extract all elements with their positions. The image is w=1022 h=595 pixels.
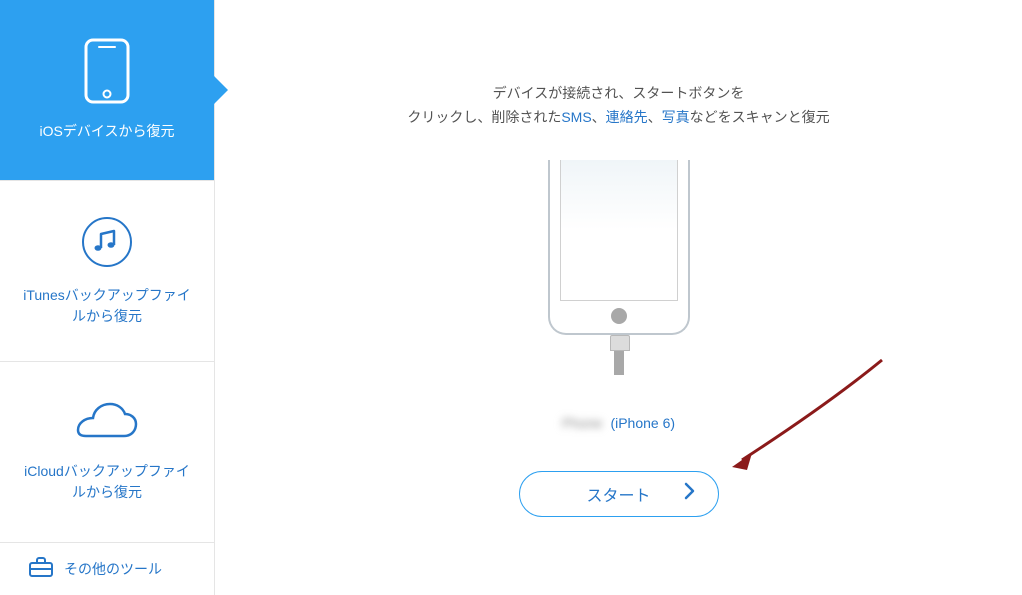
device-home-button-icon: [611, 308, 627, 324]
sidebar-item-label: iTunesバックアップファイルから復元: [20, 285, 194, 327]
main-content: デバイスが接続され、スタートボタンを クリックし、削除されたSMS、連絡先、写真…: [215, 0, 1022, 595]
sidebar-item-icloud-backup[interactable]: iCloudバックアップファイルから復元: [0, 362, 214, 543]
instruction-line2: クリックし、削除されたSMS、連絡先、写真などをスキャンと復元: [407, 106, 829, 130]
sidebar-item-label: iOSデバイスから復元: [40, 121, 175, 142]
sidebar-item-label: iCloudバックアップファイルから復元: [20, 461, 194, 503]
device-body: [548, 160, 690, 335]
device-model: (iPhone 6): [610, 415, 675, 431]
device-cable-icon: [614, 335, 624, 375]
phone-icon: [84, 38, 130, 109]
instruction-text: デバイスが接続され、スタートボタンを クリックし、削除されたSMS、連絡先、写真…: [407, 82, 829, 130]
device-name: Phone: [562, 415, 602, 431]
device-info: Phone (iPhone 6): [562, 415, 675, 431]
device-illustration: [548, 160, 690, 335]
instruction-line1: デバイスが接続され、スタートボタンを: [407, 82, 829, 106]
sidebar-item-ios-device[interactable]: iOSデバイスから復元: [0, 0, 214, 181]
arrow-annotation-icon: [727, 355, 887, 480]
start-button[interactable]: スタート: [519, 471, 719, 517]
music-note-icon: [81, 216, 133, 273]
cloud-icon: [74, 402, 140, 449]
sidebar-item-itunes-backup[interactable]: iTunesバックアップファイルから復元: [0, 181, 214, 362]
chevron-right-icon: [684, 482, 696, 505]
sidebar-footer-label: その他のツール: [64, 559, 162, 579]
toolbox-icon: [28, 556, 54, 583]
start-button-label: スタート: [586, 482, 650, 506]
device-screen: [560, 160, 678, 301]
sidebar: iOSデバイスから復元 iTunesバックアップファイルから復元 iCloudバ…: [0, 0, 215, 595]
sidebar-footer-other-tools[interactable]: その他のツール: [0, 543, 214, 595]
